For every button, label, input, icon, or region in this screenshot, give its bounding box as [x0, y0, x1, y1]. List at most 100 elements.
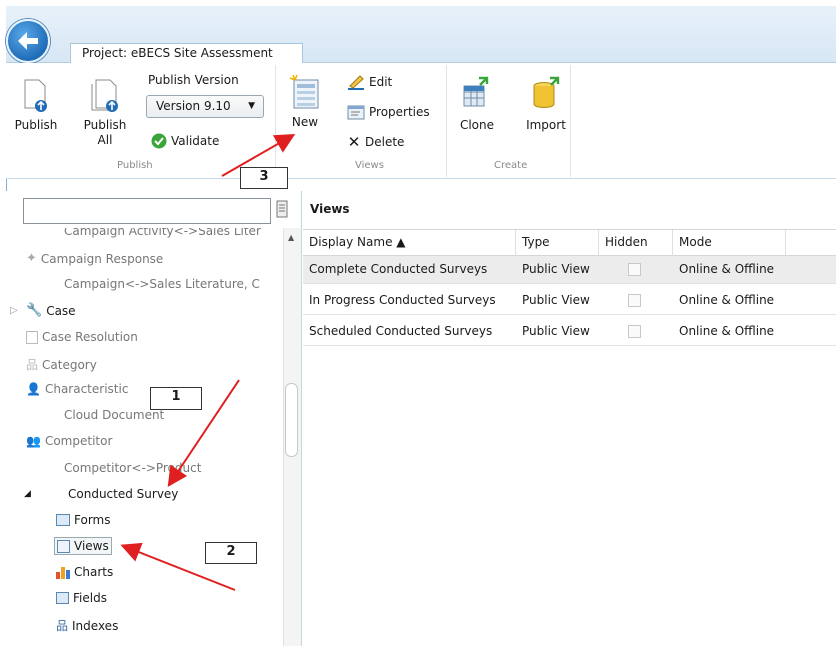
publish-group-label: Publish — [117, 160, 153, 171]
publish-all-label-2: All — [97, 133, 113, 147]
nav-item[interactable]: Campaign Activity<->Sales Liter — [64, 228, 261, 238]
new-label: New — [291, 115, 319, 129]
column-type[interactable]: Type — [516, 230, 599, 257]
nav-item-label: Campaign<->Sales Literature, C — [64, 277, 260, 291]
view-type: Public View — [522, 293, 590, 307]
nav-item-fields[interactable]: Fields — [56, 591, 107, 605]
nav-item[interactable]: Campaign<->Sales Literature, C — [64, 277, 260, 291]
version-select[interactable]: Version 9.10 ▼ — [146, 95, 264, 118]
views-icon — [57, 539, 70, 553]
publish-icon — [24, 79, 47, 112]
separator — [570, 65, 571, 177]
hidden-checkbox[interactable] — [628, 263, 641, 276]
close-icon: ✕ — [347, 133, 361, 151]
import-button[interactable]: Import — [521, 76, 571, 133]
clone-icon — [463, 76, 489, 107]
characteristic-icon: 👤 — [26, 382, 41, 396]
separator — [446, 65, 447, 177]
nav-item-label: Case — [46, 303, 76, 318]
new-view-icon — [289, 74, 319, 109]
clone-button[interactable]: Clone — [455, 76, 499, 133]
validate-label: Validate — [171, 134, 220, 148]
campaign-response-icon: ✦ — [26, 251, 37, 266]
view-name: In Progress Conducted Surveys — [309, 293, 496, 307]
charts-icon — [56, 566, 70, 579]
import-icon — [533, 76, 560, 108]
publish-all-label-1: Publish — [83, 118, 127, 132]
publish-all-button[interactable]: Publish All — [80, 78, 130, 148]
nav-item-label: Forms — [74, 513, 111, 527]
column-mode[interactable]: Mode — [673, 230, 786, 257]
table-row[interactable]: Complete Conducted Surveys Public View O… — [303, 256, 836, 284]
view-type: Public View — [522, 262, 590, 276]
hidden-checkbox[interactable] — [628, 325, 641, 338]
hidden-checkbox[interactable] — [628, 294, 641, 307]
forms-icon — [56, 514, 70, 526]
nav-item[interactable]: Cloud Document — [64, 408, 164, 422]
nav-tree: Campaign Activity<->Sales Liter ✦ Campai… — [6, 228, 283, 646]
view-name: Complete Conducted Surveys — [309, 262, 488, 276]
nav-item[interactable]: 👤 Characteristic — [26, 382, 128, 396]
validate-button[interactable]: Validate — [151, 133, 219, 149]
nav-item-forms[interactable]: Forms — [56, 513, 110, 527]
publish-all-icon — [91, 79, 118, 112]
table-row[interactable]: Scheduled Conducted Surveys Public View … — [303, 318, 836, 346]
column-hidden[interactable]: Hidden — [599, 230, 673, 257]
wrench-icon: 🔧 — [26, 303, 43, 318]
search-options-button[interactable] — [276, 200, 288, 218]
nav-item-label: Campaign Activity<->Sales Liter — [64, 228, 261, 238]
indexes-icon: 品 — [56, 619, 69, 633]
nav-item-label: Campaign Response — [40, 251, 164, 266]
view-mode: Online & Offline — [679, 293, 775, 307]
clone-label: Clone — [459, 118, 495, 132]
fields-icon — [56, 592, 69, 604]
nav-item-label: Indexes — [72, 618, 119, 633]
competitor-icon: 👥 — [26, 434, 41, 448]
delete-button[interactable]: ✕ Delete — [347, 133, 405, 151]
annotation-1: 1 — [150, 387, 202, 410]
collapse-icon: ◢ — [24, 489, 31, 499]
view-name: Scheduled Conducted Surveys — [309, 324, 493, 338]
nav-item-charts[interactable]: Charts — [56, 565, 113, 579]
edit-button[interactable]: Edit — [347, 74, 392, 90]
nav-item[interactable]: Competitor<->Product — [64, 461, 201, 475]
nav-item-label: Views — [74, 539, 109, 553]
properties-button[interactable]: Properties — [347, 104, 430, 120]
chevron-down-icon: ▼ — [248, 101, 255, 111]
view-type: Public View — [522, 324, 590, 338]
scrollbar-thumb[interactable] — [285, 383, 298, 457]
nav-item-label: Competitor — [44, 434, 113, 448]
nav-item[interactable]: ▷ 🔧 Case — [10, 303, 76, 318]
separator — [275, 65, 276, 177]
nav-item-conducted-survey[interactable]: ◢ Conducted Survey — [24, 487, 178, 501]
views-group-label: Views — [355, 160, 384, 171]
nav-item-label: Category — [42, 357, 97, 372]
edit-icon — [348, 75, 364, 90]
nav-item-label: Fields — [73, 591, 107, 605]
nav-item-views[interactable]: Views — [54, 537, 112, 555]
nav-item[interactable]: 品 Category — [26, 356, 97, 373]
views-table-header: Display Name ▲ Type Hidden Mode — [303, 229, 836, 257]
back-button[interactable] — [6, 19, 50, 63]
nav-item-label: Case Resolution — [42, 330, 138, 344]
nav-item[interactable]: Case Resolution — [26, 330, 138, 344]
publish-version-label: Publish Version — [148, 73, 239, 87]
nav-item-label: Competitor<->Product — [64, 461, 202, 475]
nav-item-label: Characteristic — [44, 382, 129, 396]
publish-button[interactable]: Publish — [14, 78, 58, 133]
properties-label: Properties — [369, 105, 430, 119]
table-row[interactable]: In Progress Conducted Surveys Public Vie… — [303, 287, 836, 315]
tab-project[interactable]: Project: eBECS Site Assessment — [70, 43, 303, 63]
nav-item-label: Conducted Survey — [68, 487, 179, 501]
nav-item-indexes[interactable]: 品 Indexes — [56, 617, 118, 634]
nav-item[interactable]: ✦ Campaign Response — [26, 251, 163, 266]
column-display-name[interactable]: Display Name ▲ — [303, 230, 516, 257]
check-circle-icon — [151, 133, 167, 149]
publish-label: Publish — [14, 118, 58, 132]
scroll-up-icon: ▲ — [288, 233, 295, 242]
nav-item[interactable]: 👥 Competitor — [26, 434, 112, 448]
new-view-button[interactable]: New — [284, 74, 326, 130]
back-arrow-icon — [18, 32, 38, 50]
search-input[interactable] — [23, 198, 271, 224]
version-value: Version 9.10 — [156, 99, 231, 113]
